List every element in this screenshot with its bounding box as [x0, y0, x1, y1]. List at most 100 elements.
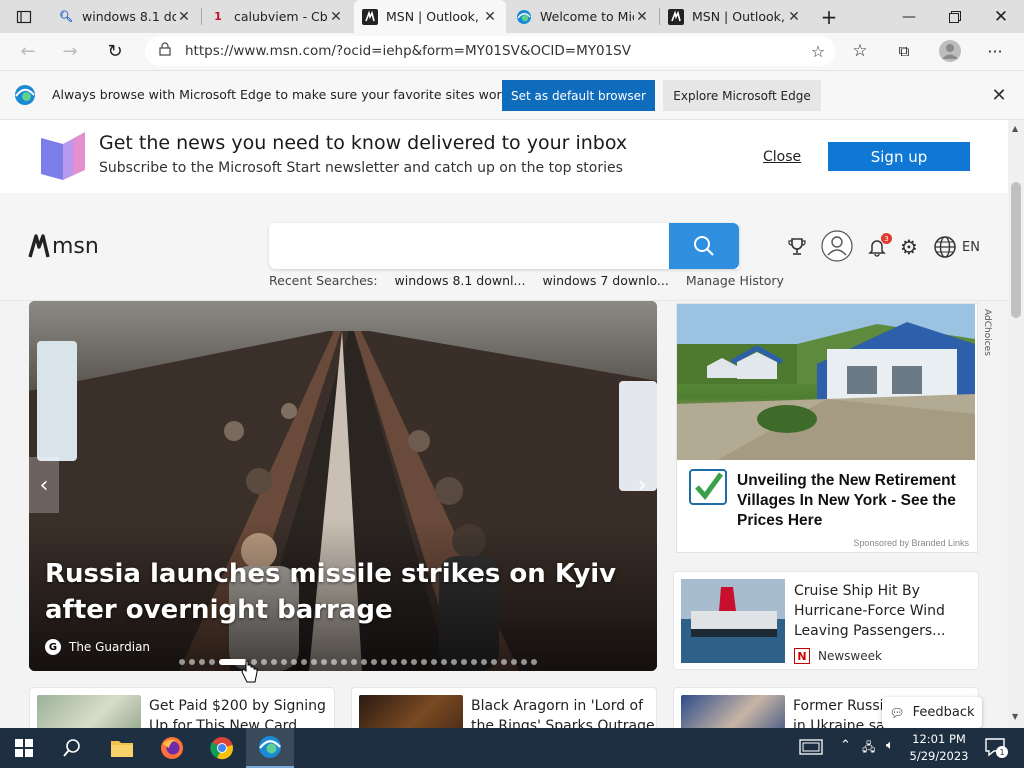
chrome-button[interactable]	[198, 728, 246, 768]
language-button[interactable]: EN	[933, 234, 989, 260]
msn-logo[interactable]: msn	[28, 233, 99, 259]
hero-carousel[interactable]: ‹ › Russia launches missile strikes on K…	[29, 301, 657, 671]
page-settings-button[interactable]: ⚙	[896, 234, 922, 260]
carousel-dot[interactable]	[361, 659, 367, 665]
news-card-cruise[interactable]: Cruise Ship Hit By Hurricane-Force Wind …	[673, 571, 979, 670]
carousel-dot[interactable]	[471, 659, 477, 665]
page-scrollbar[interactable]: ▲ ▼	[1008, 120, 1024, 728]
close-tab-icon[interactable]: ✕	[176, 9, 192, 25]
close-infobar-icon[interactable]: ✕	[988, 85, 1010, 107]
carousel-dot[interactable]	[301, 659, 307, 665]
carousel-dot[interactable]	[511, 659, 517, 665]
bottom-card-headline[interactable]: Former Russia in Ukraine say	[793, 696, 893, 728]
carousel-dot[interactable]	[521, 659, 527, 665]
carousel-dot[interactable]	[189, 659, 195, 665]
refresh-button[interactable]: ↻	[99, 35, 131, 67]
carousel-dot[interactable]	[179, 659, 185, 665]
sign-in-button[interactable]	[821, 230, 853, 262]
carousel-dot[interactable]	[311, 659, 317, 665]
recent-search-item[interactable]: windows 8.1 downl...	[395, 273, 526, 288]
carousel-dot[interactable]	[431, 659, 437, 665]
msn-search-button[interactable]	[669, 223, 739, 269]
network-icon[interactable]: 🖧︎	[862, 738, 875, 759]
ad-card[interactable]: Unveiling the New Retirement Villages In…	[676, 303, 978, 553]
carousel-dot[interactable]	[491, 659, 497, 665]
forward-button[interactable]: →	[54, 35, 86, 67]
news-card-bottom-1[interactable]: Get Paid $200 by Signing Up for This New…	[29, 687, 335, 728]
carousel-dot[interactable]	[481, 659, 487, 665]
carousel-dot[interactable]	[371, 659, 377, 665]
carousel-dot[interactable]	[261, 659, 267, 665]
carousel-dot[interactable]	[341, 659, 347, 665]
scroll-up-arrow-icon[interactable]: ▲	[1012, 124, 1018, 133]
minimize-button[interactable]: —	[886, 0, 932, 33]
carousel-prev-button[interactable]: ‹	[29, 457, 59, 513]
favorites-button[interactable]: ☆	[844, 35, 876, 67]
profile-button[interactable]	[934, 35, 966, 67]
carousel-dot[interactable]	[391, 659, 397, 665]
collections-button[interactable]: ⧉	[888, 35, 920, 67]
close-tab-icon[interactable]: ✕	[328, 9, 344, 25]
close-tab-icon[interactable]: ✕	[786, 9, 802, 25]
new-tab-button[interactable]: +	[812, 0, 846, 33]
carousel-dot[interactable]	[271, 659, 277, 665]
carousel-dot[interactable]	[199, 659, 205, 665]
hero-headline[interactable]: Russia launches missile strikes on Kyiv …	[45, 556, 645, 628]
carousel-dot[interactable]	[501, 659, 507, 665]
carousel-dot[interactable]	[321, 659, 327, 665]
keyboard-icon[interactable]	[799, 737, 823, 761]
ad-title[interactable]: Unveiling the New Retirement Villages In…	[737, 471, 973, 531]
carousel-dot[interactable]	[281, 659, 287, 665]
edge-taskbar-button[interactable]	[246, 728, 294, 768]
system-clock[interactable]: 12:01 PM 5/29/2023	[906, 731, 972, 765]
close-window-button[interactable]: ✕	[978, 0, 1024, 33]
set-default-browser-button[interactable]: Set as default browser	[502, 80, 655, 111]
bottom-card-headline[interactable]: Get Paid $200 by Signing Up for This New…	[149, 696, 334, 728]
rewards-button[interactable]	[784, 234, 810, 260]
carousel-dot[interactable]	[381, 659, 387, 665]
carousel-dot[interactable]	[411, 659, 417, 665]
file-explorer-button[interactable]	[98, 728, 146, 768]
firefox-button[interactable]	[148, 728, 196, 768]
feedback-button[interactable]: 💬︎ Feedback	[882, 697, 982, 728]
tab-windows-search[interactable]: 🔍︎ windows 8.1 do ✕	[50, 0, 200, 33]
carousel-dot[interactable]	[421, 659, 427, 665]
settings-more-button[interactable]: ···	[979, 35, 1011, 67]
action-center-button[interactable]: 1	[984, 736, 1008, 762]
back-button[interactable]: ←	[12, 35, 44, 67]
cruise-headline[interactable]: Cruise Ship Hit By Hurricane-Force Wind …	[794, 581, 974, 641]
tab-msn-active[interactable]: MSN | Outlook, ✕	[354, 0, 506, 33]
news-card-bottom-2[interactable]: Black Aragorn in 'Lord of the Rings' Spa…	[351, 687, 657, 728]
scroll-down-arrow-icon[interactable]: ▼	[1012, 712, 1018, 721]
carousel-dot[interactable]	[441, 659, 447, 665]
carousel-dot[interactable]	[351, 659, 357, 665]
search-taskbar-button[interactable]	[48, 728, 96, 768]
close-tab-icon[interactable]: ✕	[634, 9, 650, 25]
adchoices-label[interactable]: AdChoices	[978, 309, 992, 379]
tab-msn-second[interactable]: MSN | Outlook, ✕	[660, 0, 810, 33]
tab-welcome-microsoft[interactable]: Welcome to Mic ✕	[508, 0, 658, 33]
carousel-dot[interactable]	[209, 659, 215, 665]
volume-icon[interactable]: 🔈︎	[886, 738, 894, 753]
address-bar[interactable]: https://www.msn.com/?ocid=iehp&form=MY01…	[145, 36, 835, 66]
carousel-dot[interactable]	[291, 659, 297, 665]
carousel-dot[interactable]	[451, 659, 457, 665]
tray-expand-icon[interactable]: ⌃	[840, 738, 851, 753]
close-tab-icon[interactable]: ✕	[482, 9, 498, 25]
carousel-dot[interactable]	[331, 659, 337, 665]
carousel-dot[interactable]	[461, 659, 467, 665]
tab-actions-button[interactable]	[8, 0, 40, 33]
explore-edge-button[interactable]: Explore Microsoft Edge	[663, 80, 821, 111]
newsletter-signup-button[interactable]: Sign up	[828, 142, 970, 171]
newsletter-close-link[interactable]: Close	[763, 149, 801, 165]
carousel-dot[interactable]	[531, 659, 537, 665]
tab-calubviem[interactable]: 1 calubviem - Cbo ✕	[202, 0, 352, 33]
manage-history-link[interactable]: Manage History	[686, 273, 784, 288]
recent-search-item[interactable]: windows 7 downlo...	[542, 273, 668, 288]
start-button[interactable]	[0, 728, 48, 768]
restore-button[interactable]	[932, 0, 978, 33]
bottom-card-headline[interactable]: Black Aragorn in 'Lord of the Rings' Spa…	[471, 696, 656, 728]
carousel-next-button[interactable]: ›	[627, 457, 657, 513]
scrollbar-thumb[interactable]	[1011, 182, 1021, 318]
notifications-button[interactable]: 3	[864, 233, 892, 260]
